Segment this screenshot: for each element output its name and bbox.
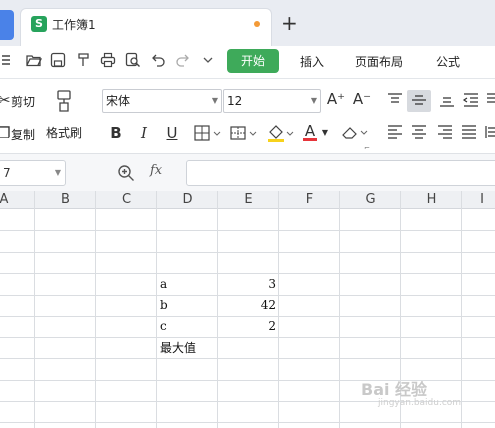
align-bottom-icon[interactable] <box>438 92 456 112</box>
align-center-icon[interactable] <box>410 124 428 144</box>
save-icon[interactable] <box>50 52 66 68</box>
tab-start[interactable]: 开始 <box>227 49 279 73</box>
cell-d-label[interactable]: 最大值 <box>160 337 196 359</box>
eraser-icon[interactable] <box>340 123 370 145</box>
dropdown-icon[interactable] <box>200 52 216 68</box>
decrease-indent-icon[interactable] <box>462 92 480 112</box>
new-tab-button[interactable]: + <box>281 10 298 36</box>
grid-line <box>156 191 157 428</box>
column-header-f[interactable]: F <box>279 191 340 209</box>
tab-insert[interactable]: 插入 <box>300 53 324 70</box>
increase-font-icon[interactable]: A⁺ <box>325 90 347 108</box>
unsaved-dot-icon <box>254 21 260 27</box>
format-painter-icon[interactable] <box>76 52 92 68</box>
name-box[interactable]: 7 ▼ <box>0 160 66 186</box>
print-icon[interactable] <box>100 52 116 68</box>
column-header-g[interactable]: G <box>340 191 401 209</box>
align-right-icon[interactable] <box>436 124 454 144</box>
font-size-value: 12 <box>227 94 243 108</box>
grid-line <box>0 422 495 423</box>
cell-e-value[interactable]: 2 <box>220 315 276 337</box>
fill-color-icon[interactable] <box>266 124 296 146</box>
column-header-d[interactable]: D <box>157 191 218 209</box>
font-name-value: 宋体 <box>106 94 131 108</box>
spreadsheet-icon: S <box>31 16 47 32</box>
grid-line <box>0 337 495 338</box>
chevron-down-icon[interactable]: ▼ <box>320 124 330 142</box>
align-middle-icon[interactable] <box>410 92 428 112</box>
zoom-icon[interactable] <box>117 164 135 185</box>
print-preview-icon[interactable] <box>125 52 141 68</box>
insert-function-button[interactable]: fx <box>150 163 162 178</box>
grid-line <box>95 191 96 428</box>
tab-page-layout[interactable]: 页面布局 <box>355 53 403 70</box>
column-header-c[interactable]: C <box>96 191 157 209</box>
tab-formulas[interactable]: 公式 <box>436 53 460 70</box>
grid-line <box>0 230 495 231</box>
cell-style-icon[interactable] <box>229 124 259 146</box>
chevron-down-icon[interactable]: ▼ <box>55 161 61 185</box>
format-painter-button[interactable]: 格式刷 <box>46 124 82 141</box>
font-size-select[interactable]: 12 ▼ <box>223 89 321 113</box>
font-name-select[interactable]: 宋体 ▼ <box>102 89 222 113</box>
name-box-value: 7 <box>3 166 11 180</box>
column-header-h[interactable]: H <box>401 191 462 209</box>
bold-button[interactable]: B <box>108 124 124 142</box>
justify-icon[interactable] <box>460 124 478 144</box>
app-menu-button[interactable] <box>0 10 14 40</box>
grid-line <box>278 191 279 428</box>
align-top-icon[interactable] <box>386 92 404 112</box>
cell-d-label[interactable]: a <box>160 273 167 295</box>
copy-icon: ❐ <box>0 124 11 142</box>
column-header-b[interactable]: B <box>35 191 96 209</box>
watermark: Bai 经验 <box>361 380 428 399</box>
redo-icon[interactable] <box>174 52 190 68</box>
cell-e-value[interactable]: 42 <box>220 294 276 316</box>
column-header-e[interactable]: E <box>218 191 279 209</box>
distributed-align-icon[interactable] <box>485 124 495 144</box>
cut-button[interactable]: 剪切 <box>11 93 35 110</box>
column-header-a[interactable]: A <box>0 191 14 209</box>
formula-input[interactable] <box>186 160 495 186</box>
grid-line <box>217 191 218 428</box>
increase-indent-icon[interactable] <box>487 92 495 112</box>
document-tab-title: 工作簿1 <box>52 18 96 32</box>
font-dialog-launcher-icon[interactable]: ⌐ <box>364 144 370 152</box>
undo-icon[interactable] <box>151 52 167 68</box>
format-brush-icon[interactable] <box>54 90 74 112</box>
chevron-down-icon: ▼ <box>310 96 317 105</box>
scissors-icon: ✂ <box>0 91 11 109</box>
border-icon[interactable] <box>193 124 223 146</box>
watermark-url: jingyan.baidu.com <box>378 398 462 408</box>
grid-line <box>34 191 35 428</box>
font-color-swatch <box>303 138 317 141</box>
copy-button[interactable]: 复制 <box>11 126 35 143</box>
menu-icon[interactable] <box>2 52 18 68</box>
column-header-i[interactable]: I <box>462 191 495 209</box>
grid-line <box>461 191 462 428</box>
cell-d-label[interactable]: c <box>160 315 167 337</box>
grid-line <box>0 358 495 359</box>
folder-open-icon[interactable] <box>26 52 43 68</box>
align-left-icon[interactable] <box>386 124 404 144</box>
decrease-font-icon[interactable]: A⁻ <box>351 90 373 108</box>
italic-button[interactable]: I <box>136 124 152 142</box>
grid-line <box>339 191 340 428</box>
cell-e-value[interactable]: 3 <box>220 273 276 295</box>
chevron-down-icon: ▼ <box>211 96 218 105</box>
underline-button[interactable]: U <box>164 124 180 142</box>
grid-line <box>0 252 495 253</box>
cell-d-label[interactable]: b <box>160 294 168 316</box>
